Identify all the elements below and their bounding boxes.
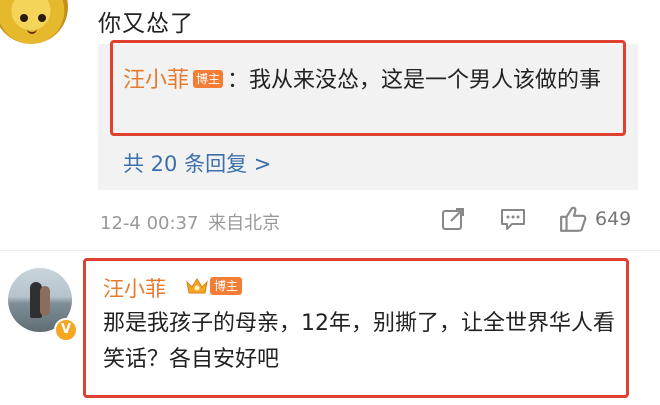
share-icon[interactable] [441,207,467,231]
comment-icon[interactable] [500,207,526,231]
commenter-avatar[interactable] [0,0,68,44]
timestamp: 12-4 00:37 [100,213,199,234]
avatar-mouth [27,26,37,34]
highlight-box [83,258,629,398]
avatar-eye [20,14,28,22]
verified-v-icon: V [54,318,78,342]
thumbs-up-icon[interactable] [559,205,587,233]
like-count: 649 [595,208,632,230]
comment-meta: 12-4 00:37 来自北京 [100,209,280,235]
avatar-figure [40,286,50,316]
avatar-eye [38,14,46,22]
comment-text: 你又怂了 [98,11,194,37]
highlight-box [110,40,626,136]
view-replies-link[interactable]: 共 20 条回复 > [123,148,271,178]
divider [0,250,660,251]
location: 来自北京 [208,213,281,234]
